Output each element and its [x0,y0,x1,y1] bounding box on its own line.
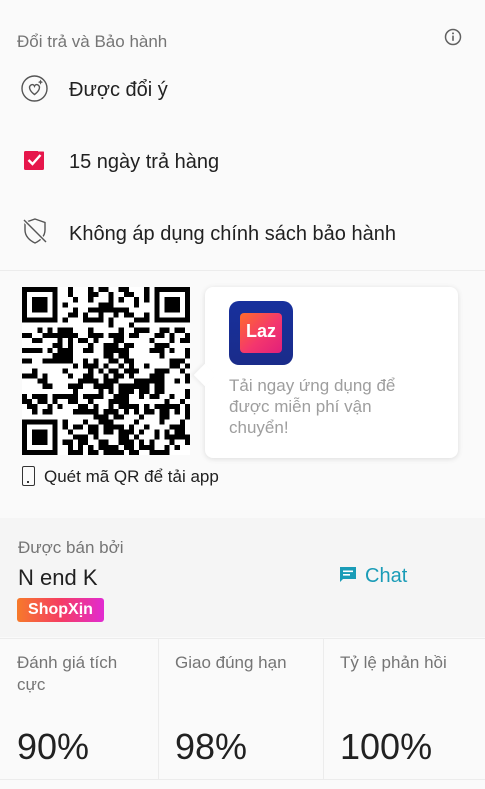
app-promo-card[interactable]: Laz Tải ngay ứng dụng để được miễn phí v… [205,287,458,458]
seller-name[interactable]: N end K [18,565,98,591]
stat-title: Giao đúng hạn [175,653,287,672]
lazada-app-logo: Laz [229,301,293,365]
warranty-item-label: Được đổi ý [69,79,168,101]
info-icon[interactable] [444,28,462,46]
stat-title: Tỷ lệ phản hồi [340,653,447,672]
qr-caption-text: Quét mã QR để tải app [44,467,219,486]
sold-by-label: Được bán bởi [18,538,124,557]
chat-icon [340,567,356,582]
shopxin-badge: ShopXịn [17,598,104,622]
promo-message: Tải ngay ứng dụng để được miễn phí vận c… [229,376,396,437]
chat-button[interactable]: Chat [338,565,407,593]
warranty-title: Đổi trả và Bảo hành [17,32,168,51]
stat-value: 100% [340,726,433,767]
warranty-section: Đổi trả và Bảo hành Được đổi ý 15 ngày t… [0,0,485,270]
checkbox-checked-icon [24,148,46,170]
stat-title: Đánh giá tích cực [17,653,118,694]
stat-value: 90% [17,726,90,767]
qr-code[interactable] [22,287,190,455]
warranty-item-label: Không áp dụng chính sách bảo hành [69,223,396,245]
stat-value: 98% [175,726,248,767]
warranty-item-label: 15 ngày trả hàng [69,151,220,173]
laz-logo-text: Laz [245,321,276,341]
heart-badge-icon [21,75,48,102]
warranty-item-change-mind: Được đổi ý [0,74,485,114]
stat-response-rate: Tỷ lệ phản hồi 100% [323,639,485,780]
stat-on-time-delivery: Giao đúng hạn 98% [158,639,323,780]
shield-off-icon [22,218,48,244]
phone-icon [22,466,35,486]
seller-header: Được bán bởi N end K ShopXịn Chat [0,518,485,637]
warranty-item-return-days: 15 ngày trả hàng [0,146,485,186]
seller-stats: Đánh giá tích cực 90% Giao đúng hạn 98% … [0,638,485,780]
qr-caption: Quét mã QR để tải app [22,466,219,490]
app-download-section: Quét mã QR để tải app Laz Tải ngay ứng d… [0,271,485,503]
seller-section: Được bán bởi N end K ShopXịn Chat Đánh g… [0,518,485,789]
warranty-item-no-warranty: Không áp dụng chính sách bảo hành [0,216,485,256]
chat-label: Chat [365,565,408,587]
stat-positive-rating: Đánh giá tích cực 90% [0,639,158,780]
